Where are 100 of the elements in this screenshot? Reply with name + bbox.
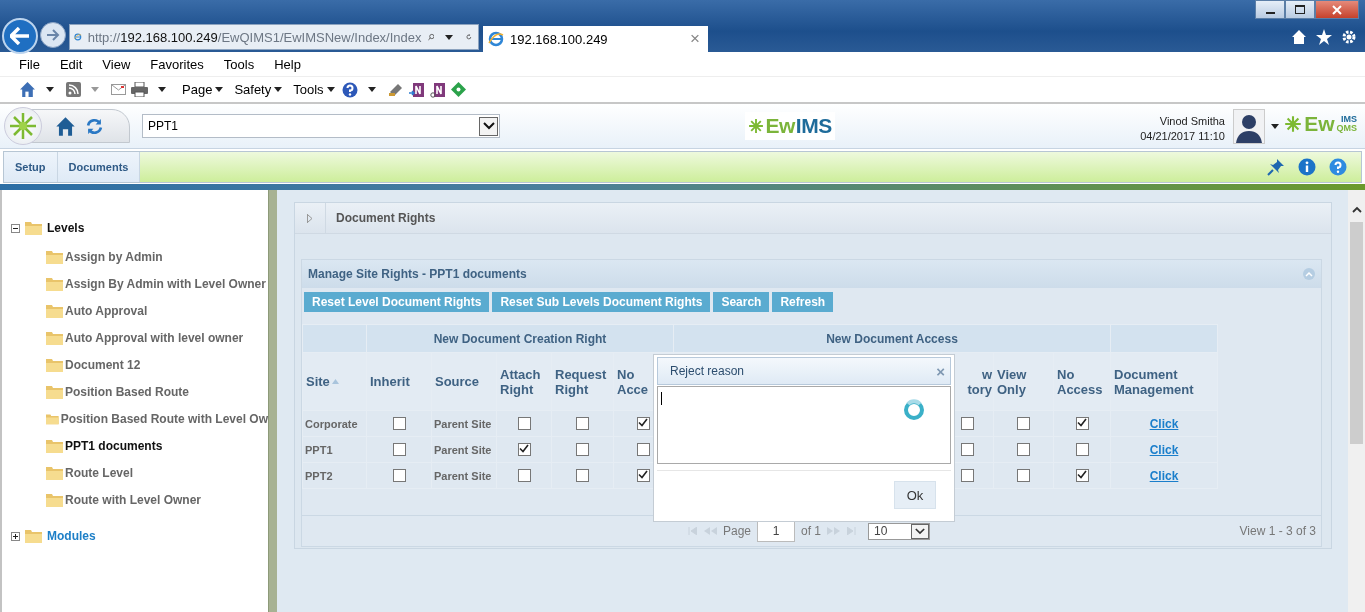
mail-icon[interactable] [111, 84, 126, 95]
dropdown-caret-icon[interactable] [367, 87, 376, 92]
tree-item[interactable]: Assign By Admin with Level Owner [65, 276, 266, 291]
checkbox[interactable] [576, 417, 589, 431]
app-logo-icon[interactable] [4, 107, 42, 145]
folder-icon [46, 492, 63, 507]
checkbox[interactable] [1017, 443, 1030, 457]
home-icon[interactable] [1291, 29, 1307, 45]
folder-icon [46, 249, 63, 264]
notebook-icon[interactable] [429, 81, 446, 98]
dropdown-caret-icon[interactable] [1271, 123, 1279, 129]
scrollbar[interactable] [1348, 190, 1365, 612]
address-bar[interactable]: http://192.168.100.249/EwQIMS1/EwIMSNew/Index/Index [69, 24, 479, 50]
toolbar-menu[interactable]: Page [182, 82, 226, 97]
table-cell: Parent Site [434, 417, 492, 430]
page-size-select[interactable]: 10 [868, 522, 931, 540]
help-icon[interactable] [341, 81, 358, 98]
reason-field[interactable] [657, 386, 951, 464]
info-icon[interactable] [1298, 158, 1316, 176]
tree-item[interactable]: Auto Approval with level owner [65, 330, 244, 345]
star-icon[interactable] [1316, 29, 1332, 45]
dropdown-caret-icon[interactable] [46, 87, 54, 92]
checkbox[interactable] [1017, 469, 1030, 483]
maximize-button[interactable] [1285, 0, 1315, 19]
tree-item[interactable]: Auto Approval [65, 303, 148, 318]
checkbox[interactable] [576, 469, 589, 483]
checkbox[interactable] [637, 469, 650, 483]
help-icon[interactable] [1329, 158, 1347, 176]
click-link[interactable]: Click [1149, 416, 1179, 431]
ewims-logo: EwIMS [745, 112, 835, 140]
checkbox[interactable] [1075, 469, 1089, 483]
checkbox[interactable] [961, 469, 974, 483]
tree-item[interactable]: Levels [47, 221, 85, 235]
checkbox[interactable] [392, 417, 406, 431]
column-header[interactable]: Site [306, 374, 330, 389]
tree-item[interactable]: Position Based Route [65, 384, 189, 399]
minimize-button[interactable] [1255, 0, 1285, 19]
folder-icon [46, 384, 63, 399]
checkbox[interactable] [1017, 417, 1030, 431]
browser-tab[interactable]: 192.168.100.249 × [483, 26, 708, 52]
tree-item[interactable]: Route Level [65, 465, 133, 480]
back-button[interactable] [2, 18, 38, 54]
checkbox[interactable] [392, 443, 406, 457]
diamond-icon[interactable] [450, 82, 466, 97]
tree-item[interactable]: Position Based Route with Level Ow [60, 411, 268, 426]
column-header[interactable]: Source [435, 374, 480, 389]
close-window-button[interactable] [1315, 0, 1359, 19]
checkbox[interactable] [517, 443, 531, 457]
checkbox[interactable] [517, 417, 531, 431]
checkbox[interactable] [392, 469, 406, 483]
click-link[interactable]: Click [1149, 442, 1179, 457]
forward-arrow-icon [46, 29, 60, 41]
scroll-up-icon[interactable] [1351, 206, 1362, 213]
table-cell: Corporate [305, 417, 358, 430]
pin-icon[interactable] [1267, 158, 1285, 176]
tree-item[interactable]: Modules [47, 529, 96, 543]
click-link[interactable]: Click [1149, 468, 1179, 483]
feed-icon[interactable] [66, 82, 81, 97]
page-input[interactable]: 1 [757, 520, 796, 542]
tree-item[interactable]: Assign by Admin [65, 249, 163, 264]
checkbox[interactable] [517, 469, 531, 483]
home-icon[interactable] [19, 81, 36, 98]
menu-item[interactable]: Edit [49, 56, 93, 72]
notebook-icon[interactable] [408, 81, 425, 98]
toolbar-menu[interactable]: Tools [293, 82, 337, 97]
menu-item[interactable]: Help [264, 56, 311, 72]
site-select[interactable]: PPT1 [142, 114, 500, 138]
expand-icon[interactable] [11, 531, 20, 541]
tree-item[interactable]: PPT1 documents [65, 438, 163, 453]
dropdown-caret-icon[interactable] [445, 34, 454, 40]
menu-item[interactable]: Favorites [140, 56, 214, 72]
print-icon[interactable] [131, 82, 148, 97]
browser-logo-icon [488, 31, 504, 47]
page-label: Page [723, 524, 752, 538]
chevron-down-icon [482, 122, 495, 130]
checkbox[interactable] [961, 417, 974, 431]
nav-tab[interactable]: Setup [4, 152, 58, 182]
toolbar-menu[interactable]: Safety [234, 82, 285, 97]
checkbox[interactable] [576, 443, 589, 457]
settings-icon[interactable] [1341, 29, 1357, 45]
menu-item[interactable]: View [92, 56, 141, 72]
nav-tab[interactable]: Documents [57, 152, 141, 182]
forward-button[interactable] [40, 22, 66, 48]
ok-button[interactable]: Ok [894, 481, 936, 509]
collapse-icon[interactable] [11, 223, 20, 233]
checkbox[interactable] [637, 417, 650, 431]
checkbox[interactable] [1075, 417, 1089, 431]
tree-item[interactable]: Document 12 [65, 357, 141, 372]
refresh-icon[interactable] [86, 117, 103, 135]
avatar-silhouette-icon[interactable] [1233, 108, 1265, 144]
tree-item[interactable]: Route with Level Owner [65, 492, 202, 507]
column-header[interactable]: Inherit [370, 374, 410, 389]
menu-item[interactable]: Tools [213, 56, 265, 72]
dropdown-caret-icon[interactable] [158, 87, 166, 92]
checkbox[interactable] [961, 443, 974, 457]
home-icon[interactable] [55, 115, 76, 137]
close-tab-button[interactable]: × [690, 29, 700, 49]
checkbox[interactable] [637, 443, 650, 457]
menu-item[interactable]: File [9, 56, 50, 72]
checkbox[interactable] [1075, 443, 1089, 457]
